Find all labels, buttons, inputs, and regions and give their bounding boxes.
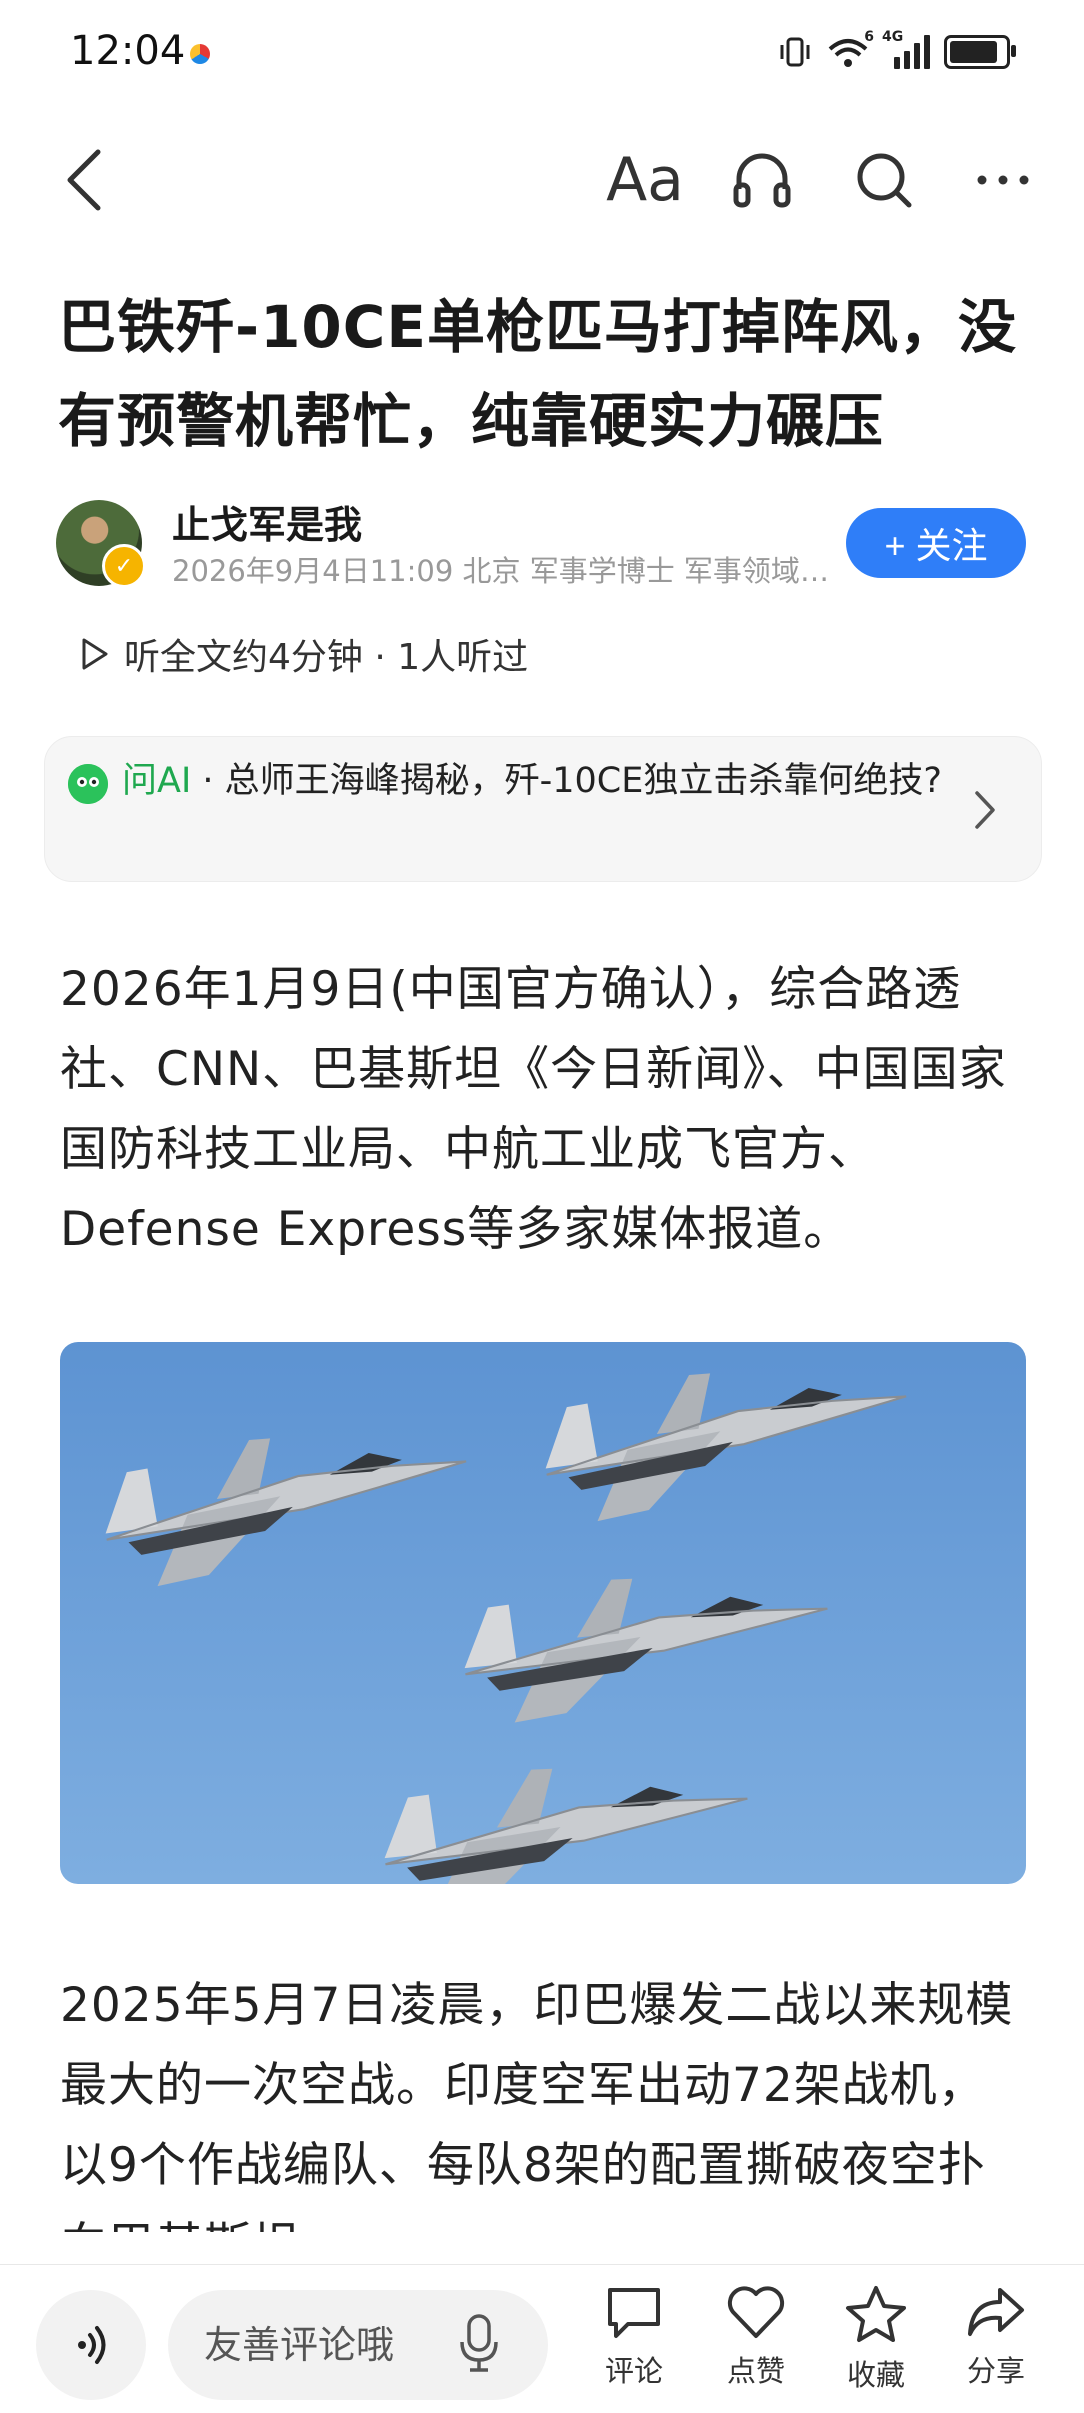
listen-full-article[interactable]: 听全文约4分钟 · 1人听过 — [80, 628, 528, 680]
status-time: 12:04 — [70, 28, 186, 74]
battery-icon — [944, 35, 1016, 69]
more-icon — [977, 175, 1029, 185]
sound-wave-icon — [78, 2326, 106, 2364]
network-6-label: 6 — [864, 29, 874, 45]
cell-signal-icon: 4G — [882, 29, 930, 69]
author-name[interactable]: 止戈军是我 — [172, 494, 362, 549]
voice-read-button[interactable] — [36, 2290, 146, 2400]
ai-question[interactable]: 问AI · 总师王海峰揭秘，歼-10CE独立击杀靠何绝技? — [122, 754, 942, 808]
comment-icon — [608, 2288, 660, 2338]
ai-logo-icon — [68, 764, 108, 804]
font-size-button[interactable]: Aa — [600, 138, 690, 222]
network-4g-label: 4G — [882, 29, 904, 45]
headphones-icon — [733, 153, 791, 208]
search-button[interactable] — [842, 138, 926, 222]
like-label: 点赞 — [726, 2354, 785, 2388]
comment-label: 评论 — [604, 2354, 663, 2388]
microphone-icon[interactable] — [454, 2312, 504, 2380]
play-icon — [82, 638, 108, 670]
share-icon — [968, 2288, 1024, 2336]
author-meta: 2026年9月4日11:09 北京 军事学博士 军事领域创作者 — [172, 554, 832, 588]
ai-question-text: · 总师王海峰揭秘，歼-10CE独立击杀靠何绝技? — [191, 761, 942, 801]
chevron-left-icon — [67, 149, 101, 211]
wifi-icon: 6 — [826, 29, 874, 69]
ai-label: 问AI — [122, 761, 192, 801]
favorite-button[interactable]: 收藏 — [826, 2284, 926, 2408]
share-button[interactable]: 分享 — [946, 2284, 1046, 2408]
back-button[interactable] — [54, 138, 114, 222]
share-label: 分享 — [966, 2354, 1025, 2388]
comment-button[interactable]: 评论 — [584, 2284, 684, 2408]
article-image-fighter-jets[interactable] — [60, 1342, 1026, 1884]
status-icons: 6 4G — [778, 29, 1016, 74]
article-paragraph: 2025年5月7日凌晨，印巴爆发二战以来规模最大的一次空战。印度空军出动72架战… — [60, 1978, 1014, 2232]
search-icon — [857, 153, 912, 208]
listen-button[interactable] — [720, 138, 804, 222]
heart-icon — [727, 2286, 785, 2338]
star-icon — [846, 2286, 906, 2342]
app-notification-icon — [190, 44, 210, 64]
chevron-right-icon — [974, 790, 996, 834]
verified-badge-icon: ✓ — [102, 544, 146, 588]
favorite-label: 收藏 — [846, 2358, 905, 2392]
listen-text: 听全文约4分钟 · 1人听过 — [124, 637, 529, 678]
article-paragraph: 2026年1月9日(中国官方确认），综合路透社、CNN、巴基斯坦《今日新闻》、中… — [60, 962, 1007, 1257]
more-button[interactable] — [966, 138, 1040, 222]
article-title: 巴铁歼-10CE单枪匹马打掉阵风，没有预警机帮忙，纯靠硬实力碾压 — [58, 293, 1017, 455]
vibrate-icon — [780, 37, 810, 67]
comment-placeholder: 友善评论哦 — [204, 2323, 395, 2367]
follow-button[interactable]: + 关注 — [846, 508, 1026, 578]
like-button[interactable]: 点赞 — [706, 2284, 806, 2408]
